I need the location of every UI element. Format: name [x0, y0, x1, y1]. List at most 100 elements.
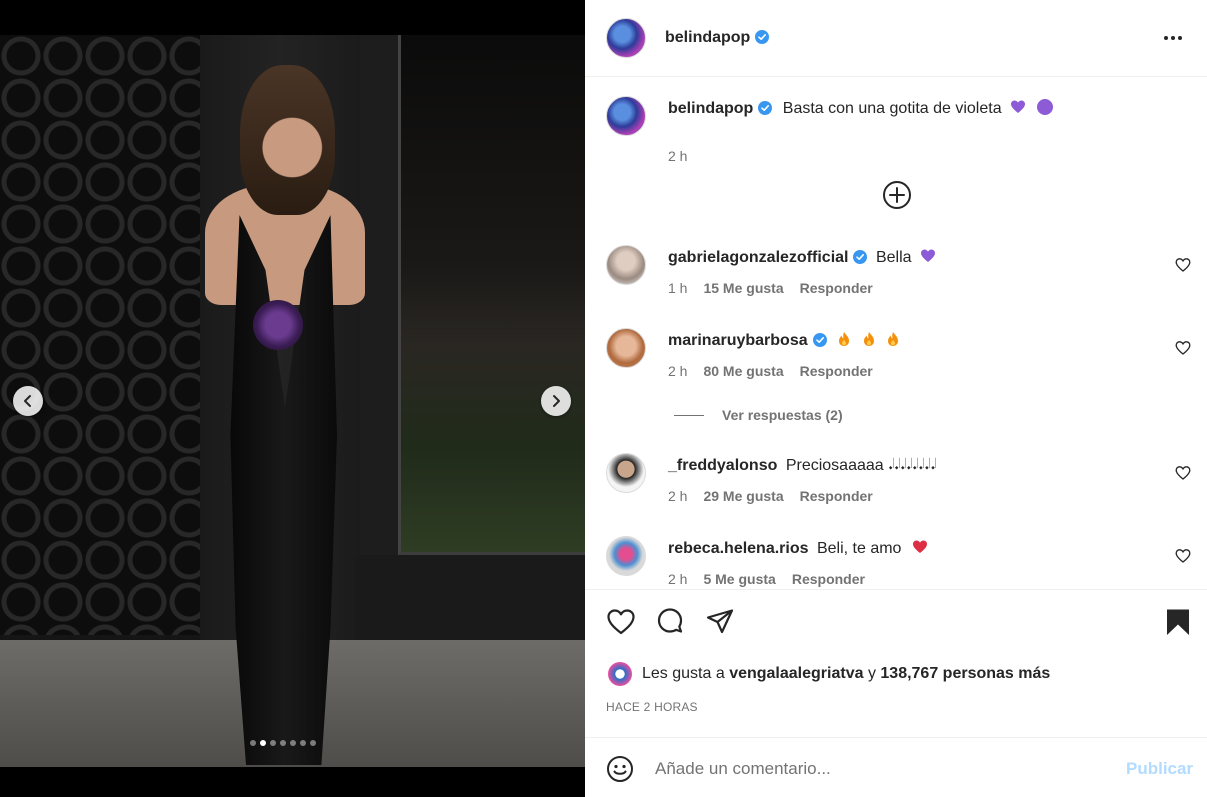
comment-meta: 1 h 15 Me gusta Responder — [668, 280, 873, 296]
comment-item: marinaruybarbosa 2 h 80 Me gusta Respond… — [606, 328, 1191, 390]
likes-summary: Les gusta a vengalaalegriatva y 138,767 … — [608, 662, 1050, 686]
carousel-next-button[interactable] — [541, 386, 571, 416]
caption-avatar[interactable] — [606, 96, 646, 136]
fire-icon — [887, 332, 898, 346]
bookmark-icon[interactable] — [1163, 607, 1193, 637]
comment-item: gabrielagonzalezofficial Bella 1 h 15 Me… — [606, 245, 1191, 307]
more-options-icon[interactable] — [1161, 28, 1185, 48]
comment-time: 2 h — [668, 363, 688, 379]
add-comment-bar: Publicar — [585, 737, 1207, 797]
chevron-right-icon — [553, 395, 560, 407]
load-more-icon[interactable] — [881, 179, 913, 211]
post-details-panel: belindapop belindapop Basta con una goti… — [585, 0, 1207, 797]
comment-avatar[interactable] — [606, 245, 646, 285]
comment-reply-button[interactable]: Responder — [792, 571, 865, 587]
comment-icon[interactable] — [655, 607, 685, 637]
share-icon[interactable] — [705, 607, 735, 637]
person-figure — [205, 65, 365, 765]
likes-prefix: Les gusta a — [642, 665, 725, 682]
smile-icon[interactable] — [606, 755, 634, 783]
carousel-dot — [260, 740, 266, 746]
comment-heart-icon[interactable] — [1175, 340, 1191, 356]
comments-list[interactable]: belindapop Basta con una gotita de viole… — [585, 77, 1207, 588]
comment-heart-icon[interactable] — [1175, 465, 1191, 481]
comment-text-line: rebeca.helena.rios Beli, te amo — [668, 539, 928, 559]
comment-reply-button[interactable]: Responder — [800, 363, 873, 379]
post-caption: belindapop Basta con una gotita de viole… — [606, 96, 1186, 164]
likes-others[interactable]: 138,767 personas más — [880, 665, 1050, 683]
caption-text: Basta con una gotita de violeta — [782, 100, 1002, 117]
comment-text-line: gabrielagonzalezofficial Bella — [668, 248, 936, 268]
author-username[interactable]: belindapop — [665, 29, 770, 47]
chevron-left-icon — [24, 395, 31, 407]
comment-avatar[interactable] — [606, 328, 646, 368]
carousel-dot — [290, 740, 296, 746]
carousel-dot — [270, 740, 276, 746]
carousel-dot — [300, 740, 306, 746]
instagram-post-modal: belindapop belindapop Basta con una goti… — [0, 0, 1207, 797]
comment-text: Bella — [875, 249, 912, 266]
comment-avatar[interactable] — [606, 453, 646, 493]
comment-likes[interactable]: 15 Me gusta — [703, 280, 783, 296]
likes-connector: y — [867, 665, 876, 682]
publish-button[interactable]: Publicar — [1126, 759, 1193, 779]
comment-heart-icon[interactable] — [1175, 548, 1191, 564]
comment-avatar[interactable] — [606, 536, 646, 576]
verified-badge-icon — [755, 30, 770, 44]
verified-badge-icon — [758, 101, 773, 115]
comment-text: Preciosaaaaa 𝆺𝅥𝆺𝅥𝆺𝅥𝆺𝅥𝆺𝅥𝆺𝅥𝆺𝅥𝆺𝅥 — [785, 457, 937, 474]
fire-icon — [839, 332, 850, 346]
post-timestamp: HACE 2 HORAS — [606, 700, 698, 714]
verified-badge-icon — [812, 333, 827, 347]
comment-text-line: marinaruybarbosa — [668, 331, 900, 351]
fire-icon — [863, 332, 874, 346]
post-header: belindapop — [585, 0, 1207, 77]
comment-time: 2 h — [668, 488, 688, 504]
purple-circle-icon — [1036, 99, 1053, 115]
decorative-lattice — [0, 35, 200, 635]
comment-reply-button[interactable]: Responder — [800, 280, 873, 296]
comment-username[interactable]: _freddyalonso — [668, 457, 777, 474]
replies-divider — [674, 414, 704, 416]
comment-time: 1 h — [668, 280, 688, 296]
comment-meta: 2 h 5 Me gusta Responder — [668, 571, 865, 587]
author-avatar[interactable] — [606, 18, 646, 58]
comment-item: _freddyalonso Preciosaaaaa 𝆺𝅥𝆺𝅥𝆺𝅥𝆺𝅥𝆺𝅥𝆺𝅥𝆺… — [606, 453, 1191, 515]
caption-username[interactable]: belindapop — [668, 100, 753, 117]
view-replies-button[interactable]: Ver respuestas (2) — [674, 407, 843, 423]
comment-meta: 2 h 29 Me gusta Responder — [668, 488, 873, 504]
comment-username[interactable]: rebeca.helena.rios — [668, 540, 809, 557]
figure-head — [240, 65, 335, 215]
liker-username[interactable]: vengalaalegriatva — [729, 665, 863, 683]
comment-username[interactable]: gabrielagonzalezofficial — [668, 249, 848, 266]
post-photo — [0, 35, 585, 767]
comment-meta: 2 h 80 Me gusta Responder — [668, 363, 873, 379]
background-window — [398, 35, 585, 555]
verified-badge-icon — [853, 250, 868, 264]
comment-likes[interactable]: 29 Me gusta — [703, 488, 783, 504]
comment-likes[interactable]: 5 Me gusta — [703, 571, 775, 587]
heart-icon[interactable] — [606, 607, 636, 637]
comment-reply-button[interactable]: Responder — [800, 488, 873, 504]
caption-body: belindapop Basta con una gotita de viole… — [668, 99, 1053, 119]
carousel-dot — [250, 740, 256, 746]
red-heart-icon — [912, 540, 927, 553]
carousel-prev-button[interactable] — [13, 386, 43, 416]
purple-heart-icon — [920, 249, 935, 262]
caption-time: 2 h — [668, 148, 688, 164]
comment-input[interactable] — [655, 756, 1095, 782]
view-replies-label: Ver respuestas (2) — [722, 407, 843, 423]
comment-username[interactable]: marinaruybarbosa — [668, 332, 808, 349]
comment-item: rebeca.helena.rios Beli, te amo 2 h 5 Me… — [606, 536, 1191, 588]
purple-heart-icon — [1011, 100, 1026, 113]
comment-time: 2 h — [668, 571, 688, 587]
comment-heart-icon[interactable] — [1175, 257, 1191, 273]
carousel-dot — [280, 740, 286, 746]
comment-likes[interactable]: 80 Me gusta — [703, 363, 783, 379]
post-actions: Les gusta a vengalaalegriatva y 138,767 … — [585, 589, 1207, 737]
liker-avatar[interactable] — [608, 662, 632, 686]
carousel-indicator — [250, 740, 316, 746]
carousel-dot — [310, 740, 316, 746]
figure-purple-flower — [253, 300, 303, 350]
comment-text: Beli, te amo — [816, 540, 902, 557]
